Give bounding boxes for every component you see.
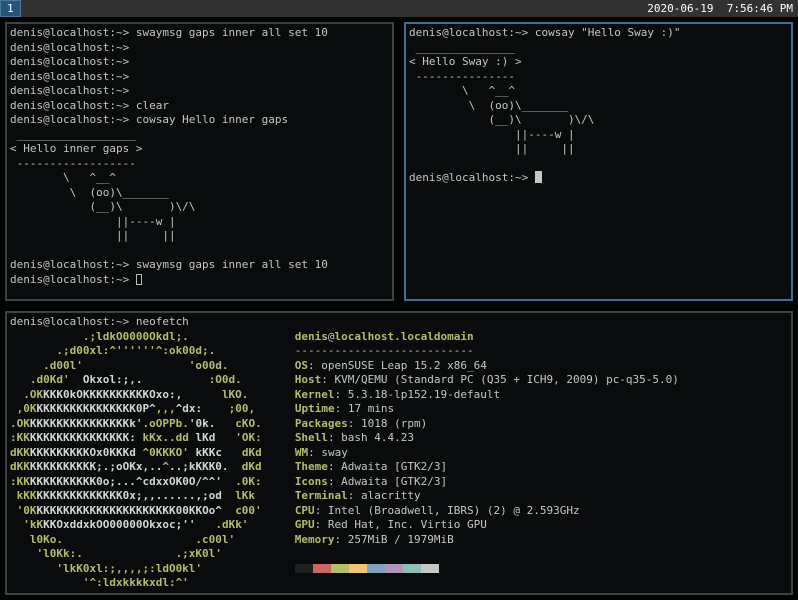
terminal-line: :KKKKKKKKKKKK0o;...^cdxxOK0O/^^' .0K: Ic… <box>10 475 788 490</box>
terminal-line: denis@localhost:~> cowsay "Hello Sway :)… <box>409 26 788 41</box>
terminal-line: 'l0Kk:. .;xK0l' <box>10 547 788 562</box>
terminal-line: \ (oo)\_______ <box>10 186 389 201</box>
terminal-line: denis@localhost:~> swaymsg gaps inner al… <box>10 26 389 41</box>
terminal-line: \ (oo)\_______ <box>409 99 788 114</box>
text-cursor <box>535 171 542 183</box>
terminal-line: __________________ <box>10 128 389 143</box>
terminal-line: || || <box>409 142 788 157</box>
terminal-output-top-right: denis@localhost:~> cowsay "Hello Sway :)… <box>406 24 791 299</box>
terminal-line: _______________ <box>409 41 788 56</box>
terminal-line: .d0Kd' Okxol:;,. :O0d. Host: KVM/QEMU (S… <box>10 373 788 388</box>
terminal-line: denis@localhost:~> neofetch <box>10 315 788 330</box>
terminal-line: .;ldkO0000Okdl;. denis@localhost.localdo… <box>10 330 788 345</box>
color-palette-block <box>313 564 331 573</box>
terminal-line: denis@localhost:~> <box>10 70 389 85</box>
text-cursor <box>136 274 142 285</box>
terminal-line: denis@localhost:~> <box>10 84 389 99</box>
terminal-line: denis@localhost:~> <box>10 41 389 56</box>
color-palette-block <box>385 564 403 573</box>
terminal-line: ,0KKKKKKKKKKKKKKKK0P^,,,^dx: ;00, Uptime… <box>10 402 788 417</box>
terminal-line: '^:ldxkkkkxdl:^' <box>10 576 788 591</box>
terminal-line: .;d00xl:^''''''^:ok00d;. ---------------… <box>10 344 788 359</box>
terminal-line: < Hello Sway :) > <box>409 55 788 70</box>
terminal-line: < Hello inner gaps > <box>10 142 389 157</box>
terminal-line: .OKKKK0kOKKKKKKKKKKOxo:, lKO. Kernel: 5.… <box>10 388 788 403</box>
terminal-line: ------------------ <box>10 157 389 172</box>
terminal-line <box>10 244 389 259</box>
desktop: 1 2020-06-19 7:56:46 PM denis@localhost:… <box>0 0 798 600</box>
terminal-line: .OKKKKKKKKKKKKKKKKk'.oOPPb.'0k. cKO. Pac… <box>10 417 788 432</box>
terminal-line: denis@localhost:~> <box>409 171 788 186</box>
terminal-output-bottom: denis@localhost:~> neofetch .;ldkO0000Ok… <box>7 313 791 593</box>
color-palette-block <box>367 564 385 573</box>
color-palette-block <box>295 564 313 573</box>
color-palette-block <box>349 564 367 573</box>
terminal-window-top-left[interactable]: denis@localhost:~> swaymsg gaps inner al… <box>5 22 394 301</box>
terminal-line: dKKKKKKKKKKKOx0KKKd ^0KKKO' kKKc dKd WM:… <box>10 446 788 461</box>
terminal-line: ||----w | <box>10 215 389 230</box>
terminal-line: \ ^__^ <box>409 84 788 99</box>
terminal-window-bottom[interactable]: denis@localhost:~> neofetch .;ldkO0000Ok… <box>5 311 793 595</box>
terminal-line: denis@localhost:~> <box>10 273 389 288</box>
workspace-button-1[interactable]: 1 <box>0 0 21 17</box>
terminal-line: \ ^__^ <box>10 171 389 186</box>
color-palette-block <box>403 564 421 573</box>
terminal-line: ||----w | <box>409 128 788 143</box>
status-bar: 1 2020-06-19 7:56:46 PM <box>0 0 798 17</box>
terminal-line: dKKKKKKKKKKKK;.;oOKx,..^..;kKKK0. dKd Th… <box>10 460 788 475</box>
terminal-line: .d00l' 'o00d. OS: openSUSE Leap 15.2 x86… <box>10 359 788 374</box>
terminal-line: (__)\ )\/\ <box>409 113 788 128</box>
terminal-line: denis@localhost:~> swaymsg gaps inner al… <box>10 258 389 273</box>
terminal-line: (__)\ )\/\ <box>10 200 389 215</box>
terminal-line: 'kKKKOxddxkOO00000Okxoc;'' .dKk' GPU: Re… <box>10 518 788 533</box>
terminal-line: denis@localhost:~> clear <box>10 99 389 114</box>
terminal-output-top-left: denis@localhost:~> swaymsg gaps inner al… <box>7 24 392 299</box>
bar-datetime: 2020-06-19 7:56:46 PM <box>647 2 798 15</box>
terminal-window-top-right-focused[interactable]: denis@localhost:~> cowsay "Hello Sway :)… <box>404 22 793 301</box>
terminal-line <box>409 157 788 172</box>
color-palette-block <box>331 564 349 573</box>
terminal-line: denis@localhost:~> cowsay Hello inner ga… <box>10 113 389 128</box>
terminal-line: kKKKKKKKKKKKKKKK0x;,,......,;od lKk Term… <box>10 489 788 504</box>
terminal-line: --------------- <box>409 70 788 85</box>
terminal-line: denis@localhost:~> <box>10 55 389 70</box>
terminal-line: :KKKKKKKKKKKKKKKKK: kKx..dd lKd 'OK: She… <box>10 431 788 446</box>
terminal-line: 'lkK0xl:;,,,,;:ldO0kl' <box>10 562 788 577</box>
color-palette-block <box>421 564 439 573</box>
terminal-line: || || <box>10 229 389 244</box>
terminal-line: '0KKKKKKKKKKKKKKKKKKKKKK00KKOo^ c00' CPU… <box>10 504 788 519</box>
terminal-line: l0Ko. .c00l' Memory: 257MiB / 1979MiB <box>10 533 788 548</box>
